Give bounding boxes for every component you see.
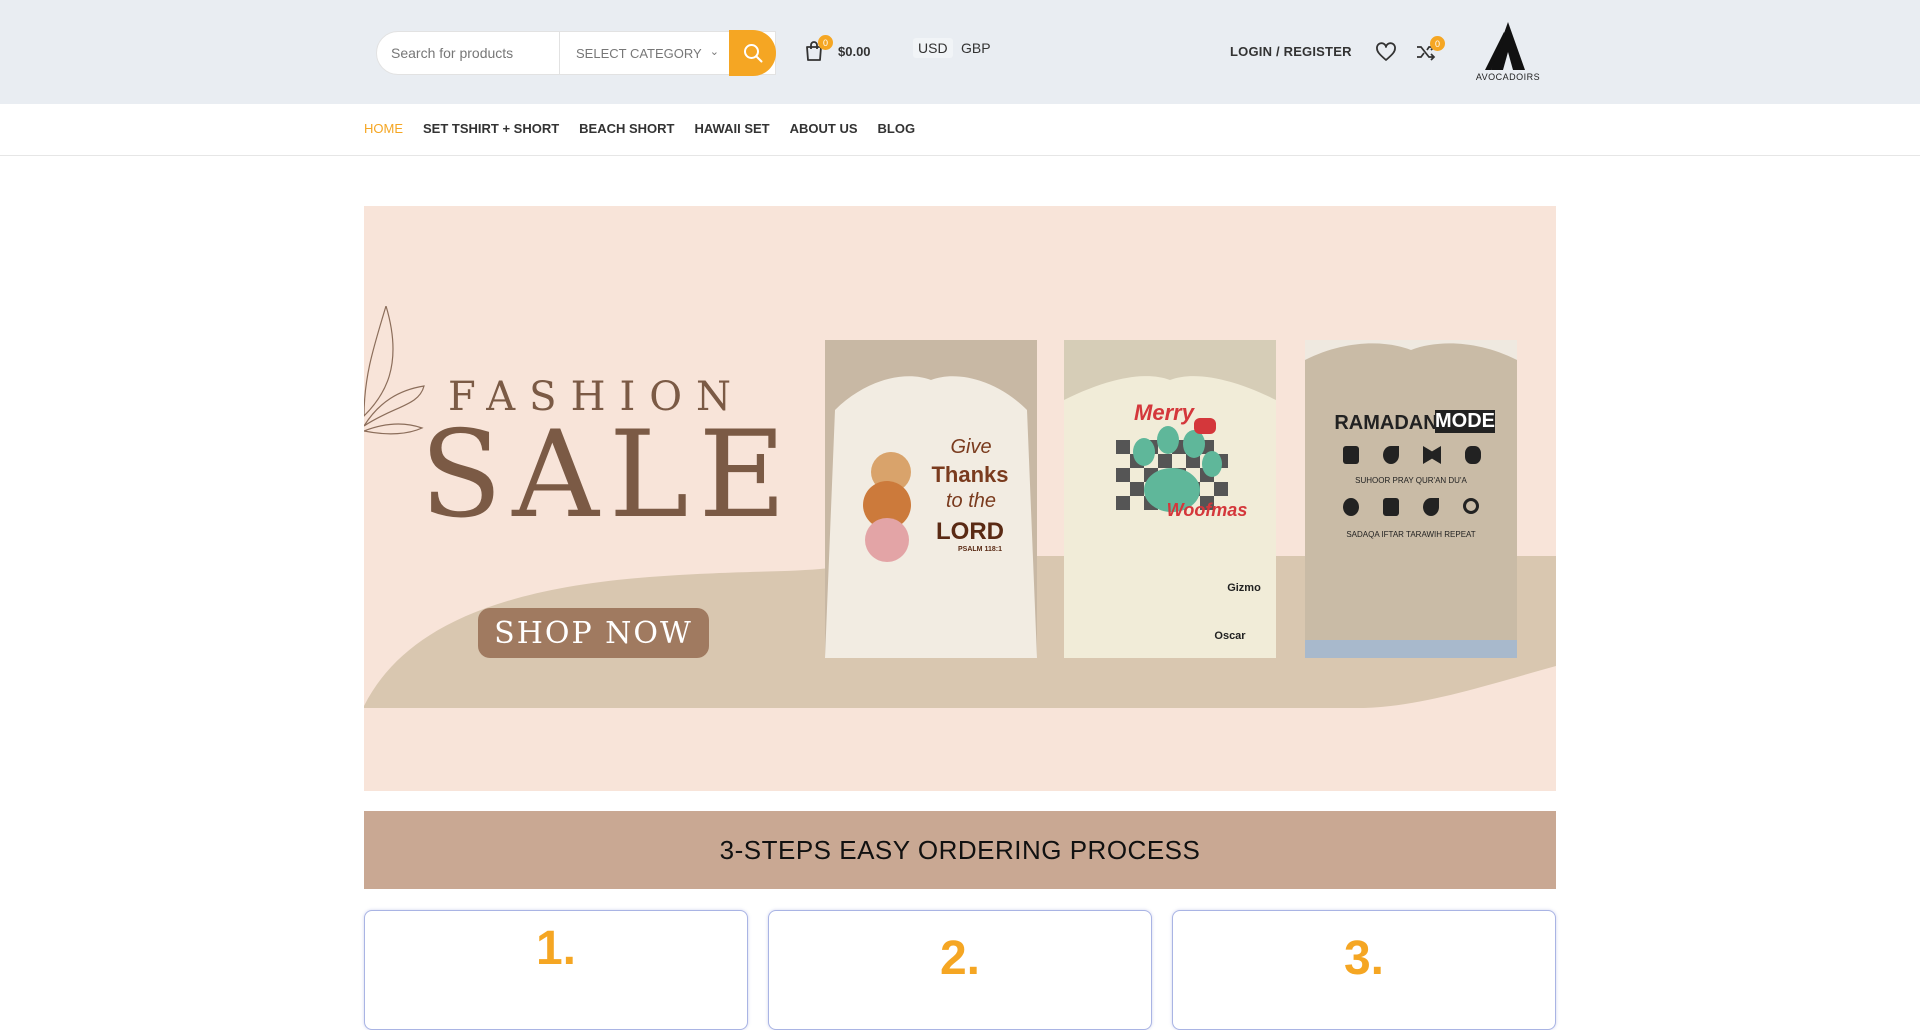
product-text-ramadan: RAMADAN [1334, 412, 1438, 434]
product-text-oscar: Oscar [1214, 630, 1246, 642]
plate-icon [1343, 446, 1359, 464]
pray-icon [1423, 498, 1439, 516]
top-header: SELECT CATEGORY ⌄ 0 $0.00 USD GBP LOGIN … [0, 0, 1920, 104]
product-icons-row-2 [1343, 498, 1479, 516]
product-text-give: Give [950, 436, 992, 458]
wishlist-button[interactable] [1375, 42, 1397, 67]
product-text-psalm: PSALM 118:1 [958, 546, 1002, 553]
nav-menu: HOME SET TSHIRT + SHORT BEACH SHORT HAWA… [364, 121, 915, 136]
nav-item-hawaii-set[interactable]: HAWAII SET [695, 121, 770, 136]
step-card-3: 3. [1172, 910, 1556, 1030]
product-text-row-2: SADAQA IFTAR TARAWIH REPEAT [1346, 530, 1476, 539]
currency-usd[interactable]: USD [913, 38, 953, 58]
nav-item-about-us[interactable]: ABOUT US [790, 121, 858, 136]
product-text-gizmo: Gizmo [1227, 582, 1261, 594]
search-form: SELECT CATEGORY ⌄ [376, 31, 776, 75]
product-text-to-the: to the [945, 490, 997, 512]
product-text-row-1: SUHOOR PRAY QUR'AN DU'A [1355, 476, 1467, 485]
compare-button[interactable]: 0 [1415, 36, 1445, 61]
sweatshirt-shape [1064, 340, 1276, 658]
nav-item-blog[interactable]: BLOG [878, 121, 916, 136]
compare-count-badge: 0 [1430, 36, 1445, 51]
product-text-thanks: Thanks [931, 462, 1009, 487]
cart-amount: $0.00 [838, 43, 871, 59]
cart-count-badge: 0 [818, 35, 833, 50]
logo-mark-icon [1485, 22, 1525, 70]
steps-section-header: 3-STEPS EASY ORDERING PROCESS [364, 811, 1556, 889]
cart-icon-wrap: 0 [804, 35, 833, 62]
book-icon [1423, 446, 1441, 464]
search-icon [743, 44, 762, 63]
product-image-ramadan[interactable]: RAMADAN MODE SUHOOR PRAY QUR'AN DU'A SAD… [1305, 340, 1517, 658]
pray-icon [1383, 446, 1399, 464]
nav-item-set-tshirt-short[interactable]: SET TSHIRT + SHORT [423, 121, 559, 136]
cart-widget[interactable]: 0 $0.00 [804, 35, 871, 62]
steps-title: 3-STEPS EASY ORDERING PROCESS [719, 834, 1201, 865]
category-select-label: SELECT CATEGORY [576, 45, 702, 61]
hands-icon [1465, 446, 1481, 464]
product-icons-row-1 [1343, 446, 1481, 464]
logo-text: AVOCADOIRS [1475, 72, 1541, 82]
product-image-thanks[interactable]: Give Thanks to the LORD PSALM 118:1 [825, 340, 1037, 658]
product-text-woofmas: Woofmas [1166, 500, 1248, 520]
site-logo[interactable]: AVOCADOIRS [1471, 18, 1545, 88]
banner-heading-sale: SALE [420, 406, 797, 545]
login-register-link[interactable]: LOGIN / REGISTER [1230, 44, 1352, 59]
repeat-icon [1463, 498, 1479, 514]
hero-banner[interactable]: FASHION SALE SHOP NOW Give Thanks to the… [364, 206, 1556, 791]
step-number-1: 1. [535, 922, 577, 975]
nav-item-beach-short[interactable]: BEACH SHORT [579, 121, 674, 136]
heart-icon [1376, 42, 1396, 61]
search-button[interactable] [729, 30, 776, 76]
plate-icon [1383, 498, 1399, 516]
product-image-woofmas[interactable]: Merry Woofmas Gizmo Oscar [1064, 340, 1276, 658]
step-number-3: 3. [1343, 932, 1385, 985]
product-text-merry: Merry [1134, 400, 1194, 425]
currency-gbp[interactable]: GBP [961, 40, 991, 56]
chevron-down-icon: ⌄ [709, 46, 719, 58]
step-card-1: 1. [364, 910, 748, 1030]
step-number-2: 2. [939, 932, 981, 985]
coin-icon [1343, 498, 1359, 516]
product-text-mode: MODE [1435, 410, 1495, 433]
search-input[interactable] [377, 32, 559, 74]
nav-item-home[interactable]: HOME [364, 121, 403, 136]
step-card-2: 2. [768, 910, 1152, 1030]
main-navigation: HOME SET TSHIRT + SHORT BEACH SHORT HAWA… [0, 104, 1920, 156]
product-text-lord: LORD [936, 518, 1004, 545]
category-select[interactable]: SELECT CATEGORY ⌄ [559, 32, 733, 74]
shop-now-button[interactable]: SHOP NOW [478, 608, 709, 658]
